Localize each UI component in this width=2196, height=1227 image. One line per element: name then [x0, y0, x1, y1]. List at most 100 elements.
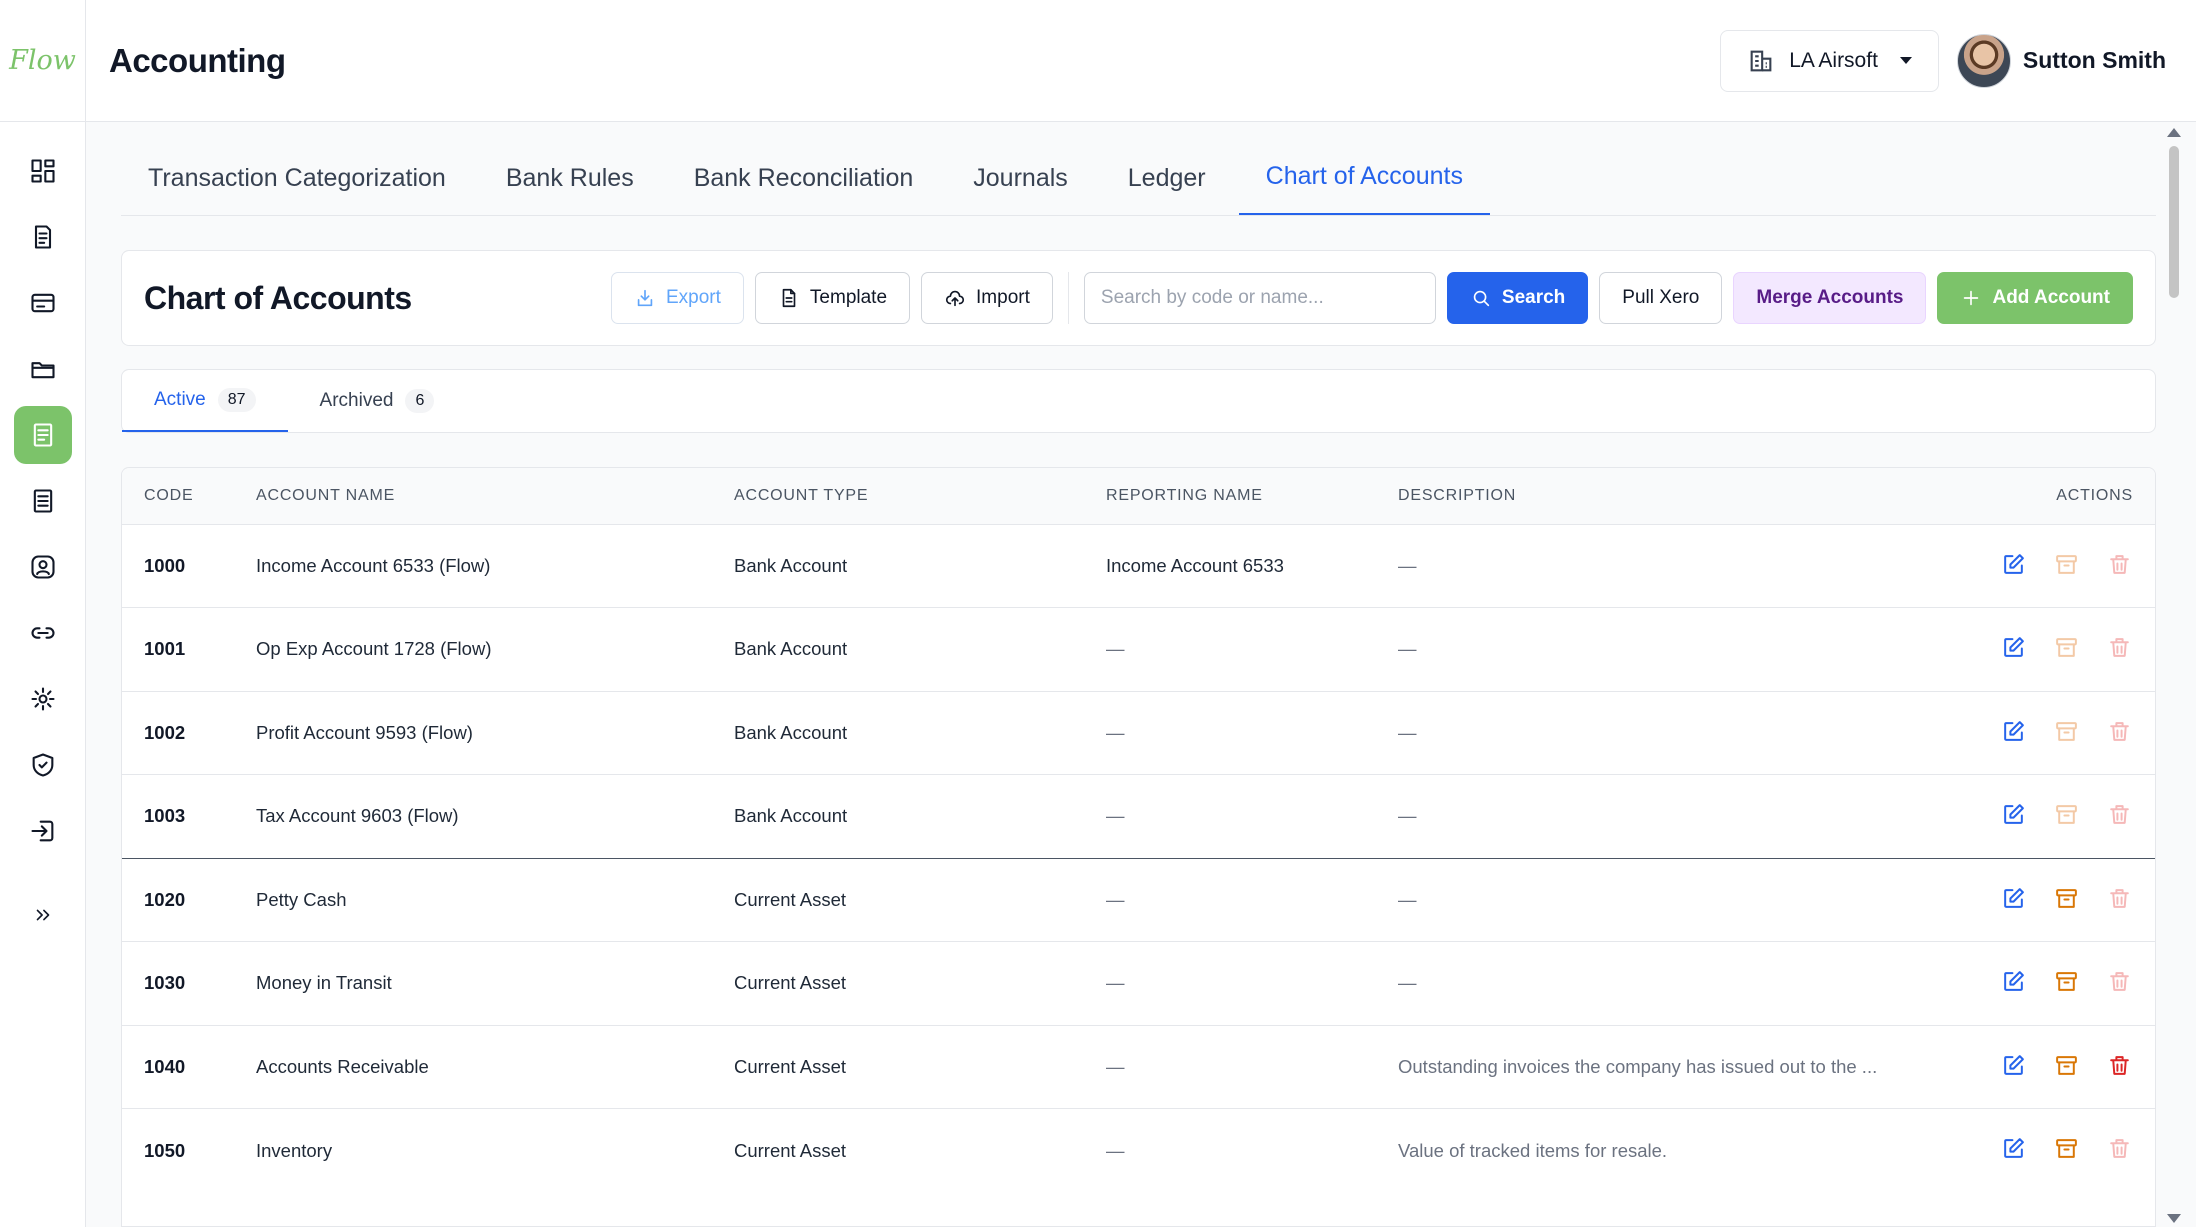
- ledger-icon: [33, 423, 52, 447]
- account-code: 1030: [122, 941, 234, 1025]
- reporting-name: —: [1084, 690, 1376, 775]
- table-row[interactable]: 1020 Petty Cash Current Asset — —: [122, 857, 2155, 942]
- pull-xero-button[interactable]: Pull Xero: [1599, 272, 1723, 324]
- shield-icon: [32, 753, 53, 777]
- trash-icon: [2109, 805, 2129, 824]
- search-input[interactable]: [1083, 272, 1436, 324]
- topbar-right: LA Airsoft Sutton Smith: [1720, 29, 2166, 92]
- archive-button[interactable]: [2052, 801, 2080, 829]
- scroll-up-arrow[interactable]: [2167, 128, 2181, 137]
- column-header-reporting-name[interactable]: REPORTING NAME: [1084, 468, 1376, 524]
- gear-icon: [30, 687, 55, 711]
- reporting-name: —: [1084, 1024, 1376, 1109]
- column-header-account-type[interactable]: ACCOUNT TYPE: [712, 468, 1084, 524]
- export-button[interactable]: Export: [611, 272, 744, 324]
- archive-button[interactable]: [2052, 1135, 2080, 1163]
- edit-button[interactable]: [1999, 1051, 2027, 1079]
- sidebar-item-dashboard[interactable]: [14, 142, 72, 200]
- page-scrollbar[interactable]: [2156, 122, 2196, 1227]
- edit-icon: [2003, 971, 2024, 991]
- table-row[interactable]: 1050 Inventory Current Asset — Value of trac…: [122, 1108, 2155, 1192]
- delete-button[interactable]: [2105, 550, 2133, 578]
- delete-button[interactable]: [2105, 884, 2133, 912]
- delete-button[interactable]: [2105, 1051, 2133, 1079]
- row-actions: [1936, 523, 2155, 608]
- tab-active[interactable]: Active 87: [122, 370, 288, 432]
- status-tabs: Active 87 Archived 6: [121, 369, 2156, 433]
- delete-button[interactable]: [2105, 801, 2133, 829]
- edit-button[interactable]: [1999, 801, 2027, 829]
- table-row[interactable]: 1002 Profit Account 9593 (Flow) Bank Accou…: [122, 690, 2155, 775]
- archive-button[interactable]: [2052, 634, 2080, 662]
- account-type: Current Asset: [712, 941, 1084, 1025]
- tab-chart-of-accounts[interactable]: Chart of Accounts: [1238, 162, 1490, 215]
- archive-button[interactable]: [2052, 968, 2080, 996]
- scroll-thumb[interactable]: [2169, 146, 2179, 298]
- import-button[interactable]: Import: [921, 272, 1053, 324]
- table-row[interactable]: 1030 Money in Transit Current Asset — —: [122, 941, 2155, 1025]
- add-account-label: Add Account: [1992, 287, 2110, 308]
- tab-active-label: Active: [154, 389, 206, 410]
- edit-button[interactable]: [1999, 968, 2027, 996]
- archive-button[interactable]: [2052, 717, 2080, 745]
- tab-journals[interactable]: Journals: [946, 164, 1095, 215]
- template-button[interactable]: Template: [754, 272, 911, 324]
- table-row[interactable]: 1040 Accounts Receivable Current Asset — Out…: [122, 1024, 2155, 1109]
- column-header-code[interactable]: CODE: [122, 468, 234, 524]
- tab-transaction-categorization[interactable]: Transaction Categorization: [121, 164, 473, 215]
- export-label: Export: [666, 287, 721, 308]
- sidebar-item-documents[interactable]: [14, 340, 72, 398]
- account-description: Outstanding invoices the company has iss…: [1376, 1024, 1936, 1109]
- delete-button[interactable]: [2105, 1135, 2133, 1163]
- edit-button[interactable]: [1999, 717, 2027, 745]
- sidebar-item-reports[interactable]: [14, 472, 72, 530]
- account-description: —: [1376, 941, 1936, 1025]
- tab-archived[interactable]: Archived 6: [288, 370, 467, 432]
- delete-button[interactable]: [2105, 634, 2133, 662]
- sidebar-expand-button[interactable]: [14, 886, 72, 944]
- tab-bank-rules[interactable]: Bank Rules: [479, 164, 661, 215]
- sidebar-item-invoices[interactable]: [14, 208, 72, 266]
- caret-down-icon: [1899, 57, 1912, 64]
- sidebar-item-security[interactable]: [14, 736, 72, 794]
- row-actions: [1936, 1024, 2155, 1109]
- flow-logo[interactable]: Flow: [0, 0, 85, 122]
- sidebar-item-accounting[interactable]: [13, 406, 72, 464]
- reporting-name: —: [1084, 607, 1376, 691]
- edit-button[interactable]: [1999, 884, 2027, 912]
- sidebar-item-integrations[interactable]: [14, 604, 72, 662]
- account-type: Bank Account: [712, 523, 1084, 608]
- user-menu[interactable]: Sutton Smith: [1956, 33, 2166, 88]
- archive-button[interactable]: [2052, 884, 2080, 912]
- archive-button[interactable]: [2052, 550, 2080, 578]
- organization-select[interactable]: LA Airsoft: [1720, 29, 1939, 92]
- table-header-row: CODE ACCOUNT NAME ACCOUNT TYPE REPORTING…: [122, 468, 2155, 524]
- edit-button[interactable]: [1999, 1135, 2027, 1163]
- table-row[interactable]: 1003 Tax Account 9603 (Flow) Bank Account —…: [122, 774, 2155, 858]
- receipt-icon: [34, 225, 51, 249]
- account-type: Current Asset: [712, 1024, 1084, 1109]
- sidebar-item-settings[interactable]: [14, 670, 72, 728]
- tab-bank-reconciliation[interactable]: Bank Reconciliation: [667, 164, 941, 215]
- delete-button[interactable]: [2105, 968, 2133, 996]
- account-name: Op Exp Account 1728 (Flow): [234, 607, 712, 691]
- archive-button[interactable]: [2052, 1051, 2080, 1079]
- column-header-description[interactable]: DESCRIPTION: [1376, 468, 1936, 524]
- search-button[interactable]: Search: [1446, 272, 1589, 324]
- table-row[interactable]: 1000 Income Account 6533 (Flow) Bank Accou…: [122, 523, 2155, 608]
- merge-accounts-button[interactable]: Merge Accounts: [1733, 272, 1927, 324]
- sidebar-item-billing[interactable]: [14, 274, 72, 332]
- table-row[interactable]: 1001 Op Exp Account 1728 (Flow) Bank Accou…: [122, 607, 2155, 691]
- edit-button[interactable]: [1999, 634, 2027, 662]
- scroll-down-arrow[interactable]: [2167, 1214, 2181, 1223]
- tab-ledger[interactable]: Ledger: [1101, 164, 1233, 215]
- account-code: 1003: [122, 774, 234, 858]
- column-header-account-name[interactable]: ACCOUNT NAME: [234, 468, 712, 524]
- delete-button[interactable]: [2105, 717, 2133, 745]
- sidebar-item-logout[interactable]: [14, 802, 72, 860]
- account-type: Bank Account: [712, 607, 1084, 691]
- user-name: Sutton Smith: [2022, 47, 2166, 73]
- edit-button[interactable]: [1999, 550, 2027, 578]
- add-account-button[interactable]: Add Account: [1937, 272, 2133, 324]
- sidebar-item-contacts[interactable]: [14, 538, 72, 596]
